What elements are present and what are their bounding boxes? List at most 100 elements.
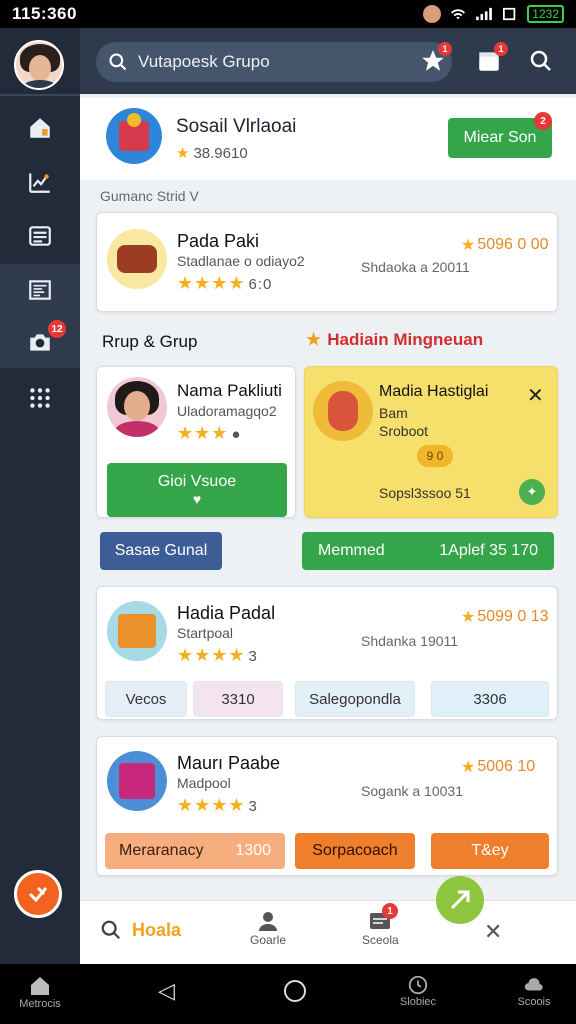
profile-search-button[interactable]: [526, 46, 556, 76]
members-value: 1Aplef 35 170: [439, 542, 538, 559]
list-item[interactable]: Hadia Padal Startpoal ★★★★ 3 ★ 5099 0 13 S…: [96, 586, 558, 720]
cube-icon: [107, 751, 167, 811]
tab-schedule-label: Sceola: [362, 933, 399, 947]
status-time: 115:360: [12, 4, 77, 23]
action-button[interactable]: T&ey: [431, 833, 549, 869]
item-meta: Sogank a 10031: [361, 783, 463, 799]
chip[interactable]: Vecos: [105, 681, 187, 717]
save-group-button[interactable]: Sasae Gunal: [100, 532, 222, 570]
star-icon: ★: [306, 330, 322, 349]
rail-item-home[interactable]: [0, 102, 80, 154]
close-icon[interactable]: ✕: [527, 383, 544, 408]
clock-icon: [408, 975, 428, 995]
promo-line2: Sroboot: [379, 423, 429, 439]
nav-cloud-tab[interactable]: Scoois: [508, 974, 560, 1008]
item-title: Hadia Padal: [177, 603, 276, 623]
tab-search[interactable]: Hoala: [100, 919, 181, 941]
group-header: Sosail Vlrlaoai ★ 38.9610 Miear Son 2: [80, 98, 576, 180]
battery-indicator: 1232: [527, 5, 564, 23]
rail-item-apps[interactable]: [0, 372, 80, 424]
star-rating: ★★★★ 3: [177, 645, 258, 665]
wifi-icon: [451, 9, 466, 20]
document-icon: [29, 280, 51, 300]
list-item[interactable]: Maurı Paabe Madpool ★★★★ 3 ★ 5006 10 Sogan…: [96, 736, 558, 876]
tab-schedule[interactable]: Sceola 1: [362, 903, 399, 947]
nav-cloud-label: Scoois: [517, 996, 551, 1008]
close-icon[interactable]: ✕: [484, 919, 502, 945]
tab-people[interactable]: Goarle: [250, 909, 286, 947]
nav-home-tab[interactable]: Metrocis: [14, 974, 66, 1010]
star-icon: ★: [461, 237, 476, 254]
chest-icon: [107, 229, 167, 289]
section-label: Gumanc Strid V: [100, 188, 199, 204]
group-rating: ★ 38.9610: [176, 144, 248, 163]
top-bar: Vutapoesk Grupo 1 1: [80, 28, 576, 94]
promo-line1: Bam: [379, 405, 408, 421]
follow-label: Gioi Vsuoe: [157, 473, 237, 490]
nav-recent-tab[interactable]: Slobiec: [392, 974, 444, 1008]
member-avatar: [107, 377, 167, 437]
section-title-group: Rrup & Grup: [102, 332, 198, 351]
signal-icon: [476, 7, 493, 21]
list-item[interactable]: Pada Paki Stadlanae o odiayo2 ★★★★ 6:0 ★ 5…: [96, 212, 558, 312]
search-icon: [109, 53, 127, 71]
tab-search-label: Hoala: [132, 919, 182, 940]
bottom-tab-bar: Hoala Goarle Sceola 1 ✕: [80, 900, 576, 964]
send-icon: [450, 890, 470, 910]
send-fab[interactable]: [436, 876, 484, 924]
price: ★ 5096 0 00: [461, 236, 549, 254]
chip[interactable]: 3306: [431, 681, 549, 717]
member-sub: Uladoramagqo2: [177, 403, 277, 419]
sparkle-icon[interactable]: ✦: [519, 479, 545, 505]
rail-item-chart[interactable]: [0, 156, 80, 208]
rail-item-camera[interactable]: 12: [0, 316, 80, 368]
item-subtitle: Madpool: [177, 775, 231, 791]
star-icon: ★: [461, 609, 476, 626]
shop-button[interactable]: 1: [474, 42, 508, 76]
mascot-icon: [313, 381, 373, 441]
cloud-icon: [524, 978, 543, 991]
group-logo: [106, 108, 162, 164]
system-nav-bar: Metrocis ◁ Slobiec Scoois: [0, 964, 576, 1024]
promo-footer: Sopsl3ssoo 51: [379, 485, 471, 501]
rating-value: 38.9610: [193, 144, 248, 162]
nav-recent-label: Slobiec: [399, 996, 437, 1008]
item-subtitle: Stadlanae o odiayo2: [177, 253, 305, 269]
follow-button[interactable]: Gioi Vsuoe ♥: [107, 463, 287, 517]
member-name: Nama Pakliuti: [177, 381, 282, 400]
chip[interactable]: 3310: [193, 681, 283, 717]
tab-people-label: Goarle: [250, 933, 287, 947]
back-icon[interactable]: ◁: [158, 978, 175, 1004]
promo-title: Madia Hastiglai: [379, 383, 489, 400]
compose-fab[interactable]: [14, 870, 62, 918]
rail-item-list[interactable]: [0, 210, 80, 262]
chart-icon: [29, 173, 50, 193]
camera-badge: 12: [48, 320, 66, 338]
rail-item-document[interactable]: [0, 264, 80, 316]
chip[interactable]: Salegopondla: [295, 681, 415, 717]
group-title: Sosail Vlrlaoai: [176, 116, 297, 137]
search-icon: [530, 50, 551, 71]
profile-avatar[interactable]: [14, 40, 64, 90]
home-button-icon[interactable]: [284, 980, 306, 1002]
gift-box-icon: [107, 601, 167, 661]
item-title: Maurı Paabe: [177, 753, 281, 773]
item-subtitle: Startpoal: [177, 625, 234, 641]
star-badge: 1: [438, 42, 452, 56]
action-button[interactable]: Meraranacy 1300: [105, 833, 285, 869]
status-bar: 115:360 1232: [0, 0, 576, 28]
search-input[interactable]: Vutapoesk Grupo: [138, 52, 270, 72]
search-icon: [101, 920, 121, 940]
main-panel: Vutapoesk Grupo 1 1 Sosail Vlrlaoai ★ 38…: [80, 28, 576, 964]
action-value: 1300: [235, 842, 271, 859]
members-button[interactable]: Memmed 1Aplef 35 170: [302, 532, 554, 570]
home-icon: [30, 118, 50, 138]
search-bar[interactable]: Vutapoesk Grupo: [96, 42, 452, 82]
edit-icon: [28, 886, 48, 903]
notification-avatar-icon: [423, 5, 442, 23]
action-button[interactable]: Sorpacoach: [295, 833, 415, 869]
action-label: Meraranacy: [119, 842, 204, 859]
favorites-button[interactable]: 1: [418, 42, 452, 76]
item-title: Pada Paki: [177, 231, 260, 251]
promo-card[interactable]: Madia Hastiglai Bam Sroboot 9 0 Sopsl3ss…: [304, 366, 558, 518]
